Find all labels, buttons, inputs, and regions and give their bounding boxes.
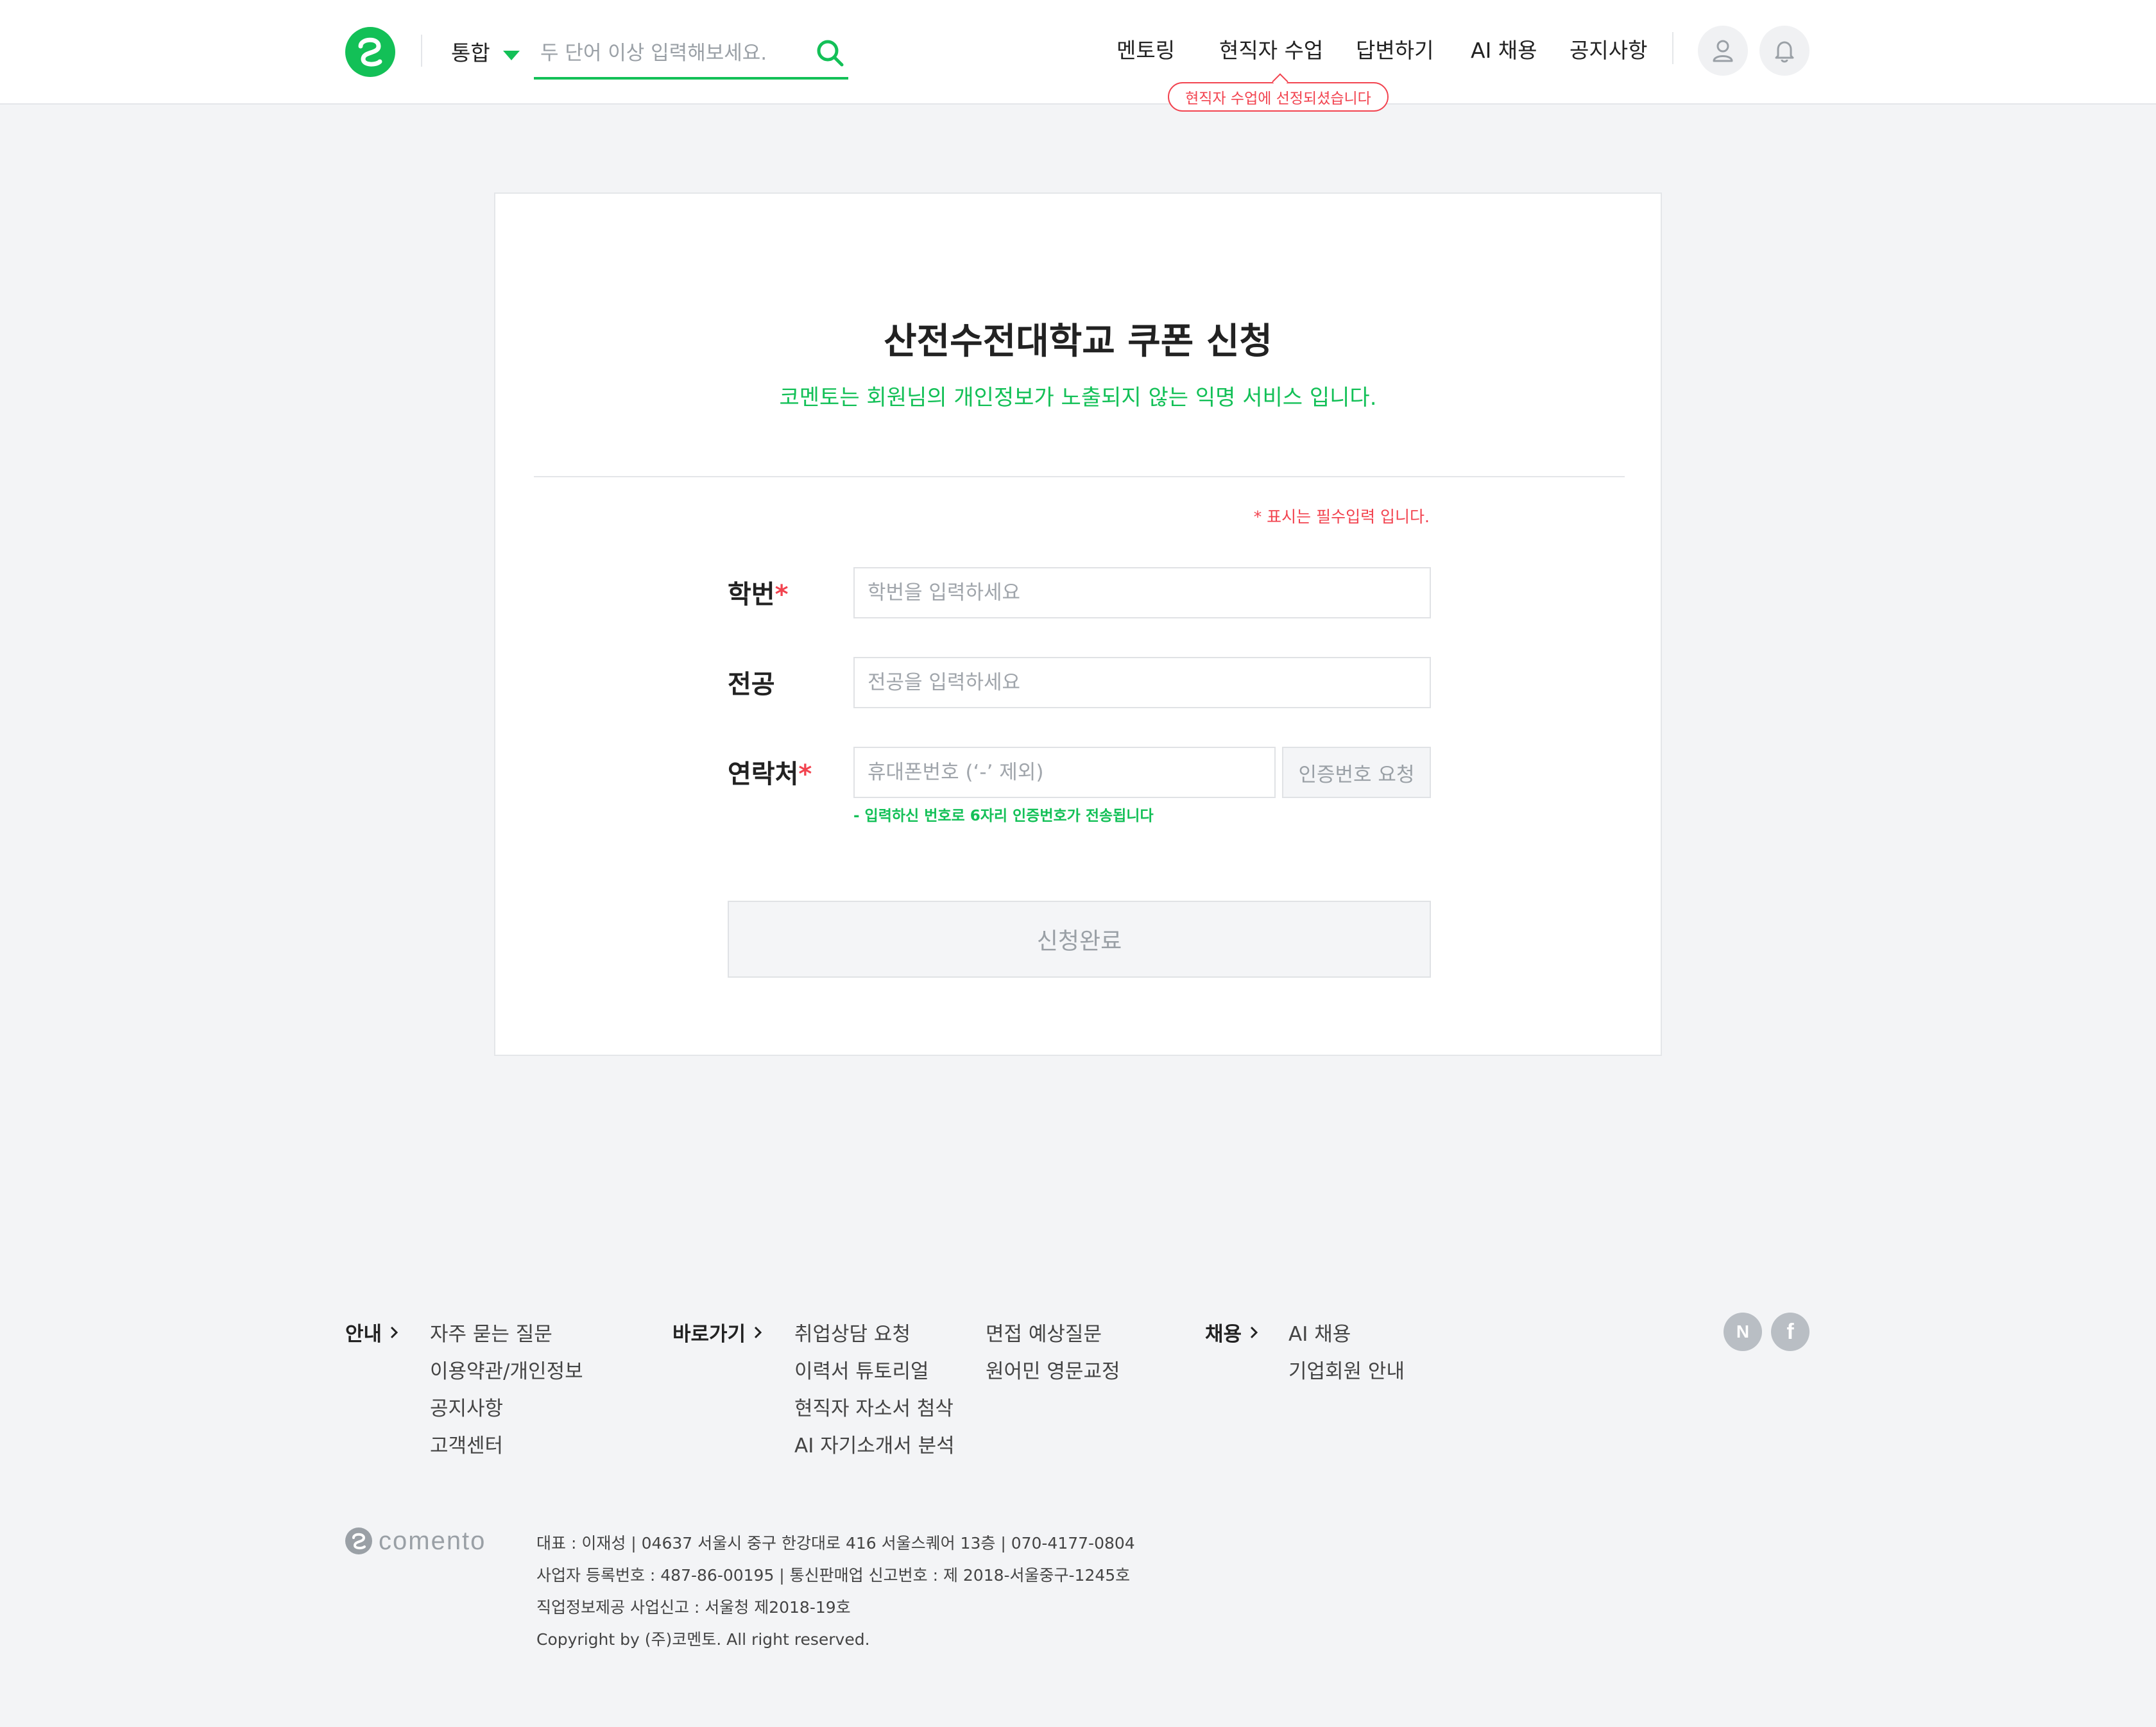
footer-hiring-heading[interactable]: 채용 (1205, 1318, 1260, 1347)
search-icon[interactable] (814, 37, 847, 70)
nav-mentoring[interactable]: 멘토링 (1116, 33, 1175, 64)
nav-classes[interactable]: 현직자 수업 (1219, 33, 1323, 64)
top-header: 통합 멘토링 현직자 수업 답변하기 AI 채용 공지사항 (0, 0, 2156, 105)
footer-link-consult[interactable]: 취업상담 요청 (794, 1318, 911, 1347)
footer-logo: comento (345, 1526, 486, 1556)
footer-link-ai-hiring[interactable]: AI 채용 (1288, 1318, 1351, 1347)
footer-link-corporate[interactable]: 기업회원 안내 (1288, 1355, 1405, 1384)
footer-shortcuts-heading[interactable]: 바로가기 (672, 1318, 764, 1347)
brand-wordmark-text: comento (379, 1526, 486, 1555)
footer-guide-heading[interactable]: 안내 (345, 1318, 400, 1347)
notification-button[interactable] (1759, 26, 1810, 76)
company-info-line: 사업자 등록번호 : 487-86-00195 | 통신판매업 신고번호 : 제… (536, 1566, 1131, 1585)
major-label: 전공 (728, 663, 775, 701)
comento-logo-icon (345, 1527, 372, 1554)
request-verification-button[interactable]: 인증번호 요청 (1282, 747, 1431, 798)
required-star: * (774, 580, 789, 609)
page-title: 산전수전대학교 쿠폰 신청 (884, 321, 1272, 362)
search-scope-label: 통합 (451, 40, 490, 65)
facebook-icon[interactable]: f (1771, 1313, 1810, 1351)
phone-input[interactable] (853, 747, 1276, 798)
chevron-right-icon (755, 1326, 762, 1338)
footer-link-terms[interactable]: 이용약관/개인정보 (430, 1355, 583, 1384)
required-note: * 표시는 필수입력 입니다. (1253, 507, 1430, 526)
student-id-label-text: 학번 (728, 580, 775, 609)
privacy-notice: 코멘토는 회원님의 개인정보가 노출되지 않는 익명 서비스 입니다. (779, 385, 1377, 411)
major-label-text: 전공 (728, 670, 775, 699)
required-star: * (798, 760, 812, 789)
header-divider (421, 35, 422, 67)
search-input[interactable] (534, 42, 814, 65)
nav-ai-hiring[interactable]: AI 채용 (1471, 33, 1537, 64)
phone-label: 연락처* (728, 753, 812, 790)
footer-link-faq[interactable]: 자주 묻는 질문 (430, 1318, 552, 1347)
footer-link-support[interactable]: 고객센터 (430, 1429, 503, 1458)
comento-logo-icon[interactable] (345, 27, 395, 77)
section-divider (534, 476, 1625, 477)
phone-helper-text: - 입력하신 번호로 6자리 인증번호가 전송됩니다 (853, 808, 1154, 824)
naver-blog-icon[interactable]: N (1724, 1313, 1762, 1351)
submit-button[interactable]: 신청완료 (728, 901, 1431, 978)
chevron-right-icon (390, 1326, 398, 1338)
footer-link-interview[interactable]: 면접 예상질문 (986, 1318, 1102, 1347)
company-info-line: 대표 : 이재성 | 04637 서울시 중구 한강대로 416 서울스퀘어 1… (536, 1534, 1135, 1553)
footer-link-essay-review[interactable]: 현직자 자소서 첨삭 (794, 1392, 954, 1421)
coupon-form-card: 산전수전대학교 쿠폰 신청 코멘토는 회원님의 개인정보가 노출되지 않는 익명… (494, 192, 1662, 1056)
company-info-line: 직업정보제공 사업신고 : 서울청 제2018-19호 (536, 1598, 851, 1617)
footer-link-ai-essay[interactable]: AI 자기소개서 분석 (794, 1429, 955, 1458)
footer-link-notice[interactable]: 공지사항 (430, 1392, 503, 1421)
student-id-input[interactable] (853, 567, 1431, 618)
bell-icon (1775, 41, 1794, 63)
footer-shortcuts-heading-text: 바로가기 (672, 1323, 746, 1346)
footer-link-resume-tutorial[interactable]: 이력서 튜토리얼 (794, 1355, 929, 1384)
nav-notice[interactable]: 공지사항 (1570, 33, 1647, 64)
footer-guide-heading-text: 안내 (345, 1323, 382, 1346)
class-selected-tooltip: 현직자 수업에 선정되셨습니다 (1168, 82, 1389, 112)
major-input[interactable] (853, 657, 1431, 708)
search-bar (534, 30, 848, 80)
phone-label-text: 연락처 (728, 760, 799, 789)
copyright: Copyright by (주)코멘토. All right reserved. (536, 1630, 870, 1649)
user-icon (1713, 40, 1733, 62)
caret-down-icon (502, 50, 520, 60)
chevron-right-icon (1250, 1326, 1258, 1338)
footer-link-english[interactable]: 원어민 영문교정 (986, 1355, 1120, 1384)
profile-button[interactable] (1698, 26, 1748, 76)
search-scope-select[interactable]: 통합 (451, 35, 520, 68)
footer-hiring-heading-text: 채용 (1205, 1323, 1242, 1346)
nav-answer[interactable]: 답변하기 (1356, 33, 1433, 64)
header-divider (1672, 32, 1673, 64)
student-id-label: 학번* (728, 574, 789, 611)
